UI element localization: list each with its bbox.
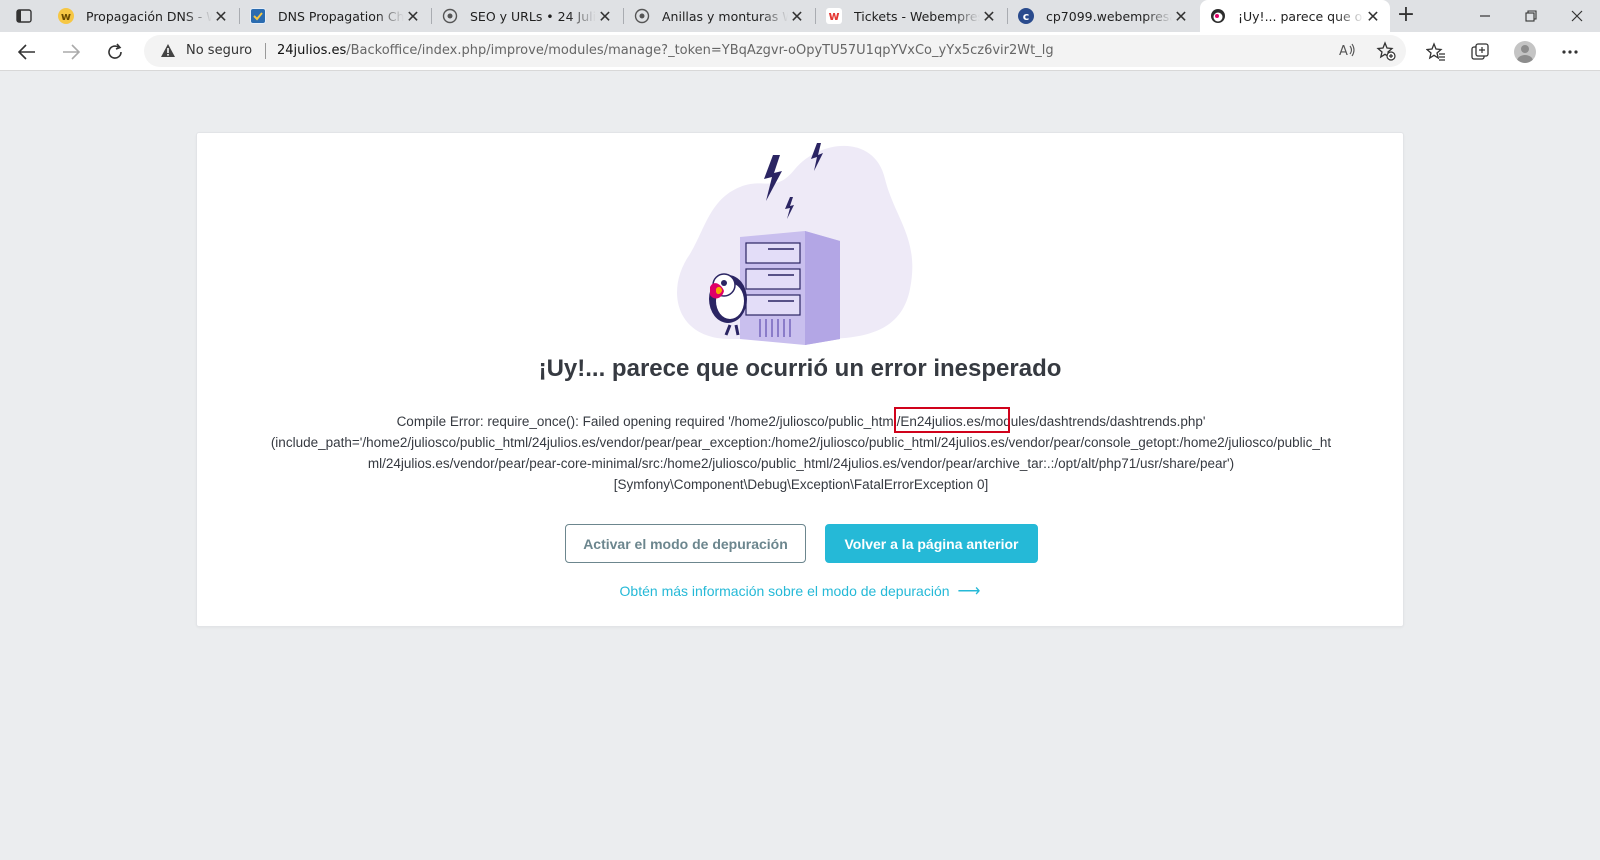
tab-tickets-webempresa[interactable]: w Tickets - Webempresa Extranet ✕ [816,0,1006,32]
read-aloud-icon[interactable]: A [1339,42,1357,62]
tab-seo-urls[interactable]: SEO y URLs • 24 Julios.es ✕ [432,0,622,32]
error-line: (include_path='/home2/juliosco/public_ht… [270,435,1332,450]
avatar [1514,41,1536,63]
debug-info-link[interactable]: Obtén más información sobre el modo de d… [197,581,1403,601]
tab-title: Tickets - Webempresa Extranet [854,8,980,24]
profile-avatar[interactable] [1509,36,1541,68]
favorites-icon[interactable] [1420,36,1452,68]
error-line: ml/24julios.es/vendor/pear/pear-core-min… [367,456,1235,471]
close-icon[interactable]: ✕ [980,7,998,26]
address-bar[interactable]: No seguro 24julios.es/Backoffice/index.p… [144,35,1406,67]
tab-title: cp7099.webempresa.eu [1046,8,1172,24]
url-text[interactable]: 24julios.es/Backoffice/index.php/improve… [277,43,1054,58]
close-window-icon[interactable] [1554,0,1600,32]
tab-title: Propagación DNS - Webempresa [86,8,212,24]
close-icon[interactable]: ✕ [212,7,230,26]
close-icon[interactable]: ✕ [788,7,806,26]
error-card: ¡Uy!... parece que ocurrió un error ines… [196,132,1404,627]
server-error-illustration [677,143,913,345]
back-button[interactable]: Volver a la página anterior [825,524,1038,563]
tab-title: DNS Propagation Checker [278,8,404,24]
restore-icon[interactable] [1508,0,1554,32]
more-options-icon[interactable] [1554,36,1586,68]
dns-checker-icon [250,8,266,24]
tab-propagacion-dns[interactable]: w Propagación DNS - Webempresa ✕ [48,0,238,32]
close-icon[interactable]: ✕ [1364,7,1382,26]
close-icon[interactable]: ✕ [404,7,422,26]
webempresa-icon: w [826,8,842,24]
enable-debug-button[interactable]: Activar el modo de depuración [565,524,806,563]
tab-title: SEO y URLs • 24 Julios.es [470,8,596,24]
url-path: /Backoffice/index.php/improve/modules/ma… [346,43,1054,58]
forward-icon[interactable] [55,36,87,68]
warning-icon[interactable] [160,43,176,62]
new-tab-icon[interactable]: + [1394,4,1418,27]
back-icon[interactable] [11,36,43,68]
tab-dns-propagation-checker[interactable]: DNS Propagation Checker ✕ [240,0,430,32]
tab-anillas-monturas[interactable]: Anillas y monturas Warne ✕ [624,0,814,32]
svg-text:A: A [1339,44,1348,58]
refresh-icon[interactable] [99,36,131,68]
error-message: Compile Error: require_once(): Failed op… [211,411,1391,495]
url-host: 24julios.es [277,43,347,58]
security-label[interactable]: No seguro [186,43,252,58]
add-favorite-icon[interactable] [1376,41,1396,65]
minimize-icon[interactable] [1462,0,1508,32]
tab-title: ¡Uy!... parece que ocurrió [1238,8,1364,24]
collections-icon[interactable] [1464,36,1496,68]
debug-info-link-text[interactable]: Obtén más información sobre el modo de d… [620,583,950,599]
close-icon[interactable]: ✕ [1172,7,1190,26]
tab-error-page[interactable]: ¡Uy!... parece que ocurrió ✕ [1200,0,1390,32]
globe-icon [442,8,458,24]
error-line: Compile Error: require_once(): Failed op… [396,414,1206,429]
close-icon[interactable]: ✕ [596,7,614,26]
prestashop-icon [1210,8,1226,24]
globe-icon [634,8,650,24]
path-highlight-box [894,407,1010,433]
arrow-right-icon: ⟶ [957,583,981,600]
error-line: [Symfony\Component\Debug\Exception\Fatal… [613,477,989,492]
page-title: ¡Uy!... parece que ocurrió un error ines… [538,355,1062,382]
tab-actions-icon[interactable] [10,5,38,27]
navigation-bar: No seguro 24julios.es/Backoffice/index.p… [0,32,1600,71]
tab-cpanel[interactable]: c cp7099.webempresa.eu ✕ [1008,0,1198,32]
address-divider [265,43,266,59]
webempresa-icon: w [58,8,74,24]
tab-title: Anillas y monturas Warne [662,8,788,24]
tab-strip: w Propagación DNS - Webempresa ✕ DNS Pro… [0,0,1600,32]
cpanel-icon: c [1018,8,1034,24]
